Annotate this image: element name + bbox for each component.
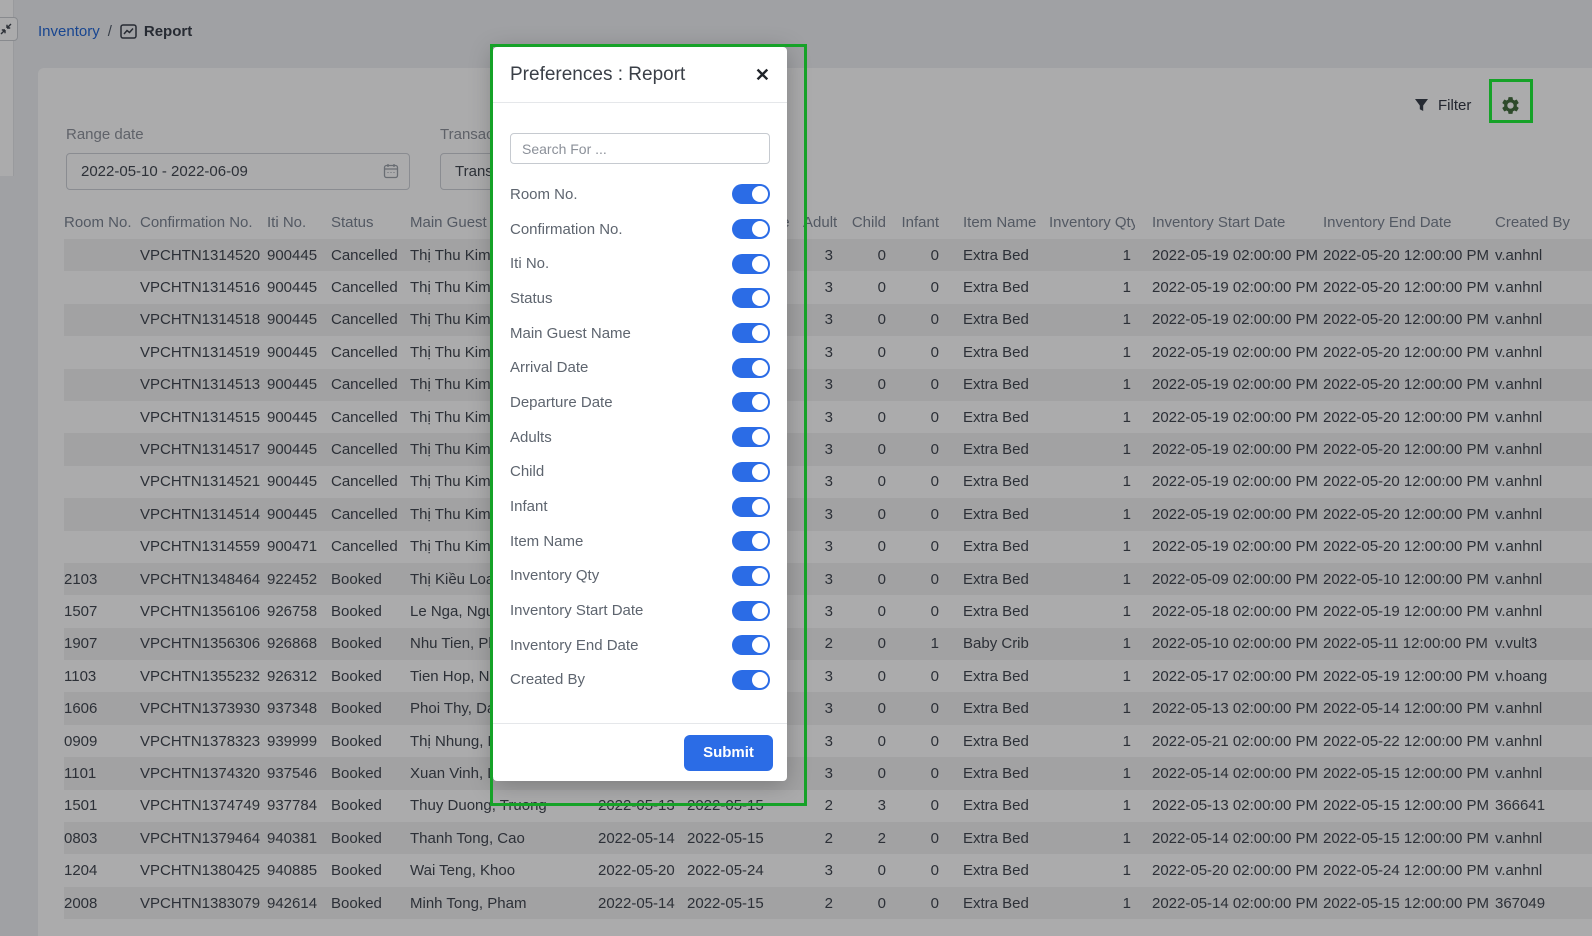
- toggle-label: Created By: [510, 671, 585, 688]
- toggle-row: Child: [510, 455, 770, 490]
- toggle-switch[interactable]: [732, 184, 770, 204]
- toggle-switch[interactable]: [732, 497, 770, 517]
- toggle-switch[interactable]: [732, 254, 770, 274]
- toggle-switch[interactable]: [732, 358, 770, 378]
- toggle-row: Main Guest Name: [510, 316, 770, 351]
- toggle-row: Arrival Date: [510, 350, 770, 385]
- toggle-switch[interactable]: [732, 601, 770, 621]
- modal-header: Preferences : Report ✕: [493, 47, 787, 103]
- toggle-label: Inventory Start Date: [510, 602, 643, 619]
- column-toggle-list: Room No. Confirmation No. Iti No. Status Mai…: [510, 177, 770, 697]
- toggle-row: Inventory Start Date: [510, 593, 770, 628]
- toggle-label: Inventory End Date: [510, 637, 638, 654]
- toggle-switch[interactable]: [732, 635, 770, 655]
- toggle-switch[interactable]: [732, 531, 770, 551]
- submit-button[interactable]: Submit: [684, 735, 773, 771]
- preferences-modal: Preferences : Report ✕ Room No. Confirmat…: [493, 47, 787, 781]
- toggle-label: Main Guest Name: [510, 325, 631, 342]
- toggle-switch[interactable]: [732, 392, 770, 412]
- toggle-row: Created By: [510, 663, 770, 698]
- toggle-row: Infant: [510, 489, 770, 524]
- toggle-label: Child: [510, 463, 544, 480]
- toggle-row: Inventory End Date: [510, 628, 770, 663]
- toggle-row: Departure Date: [510, 385, 770, 420]
- toggle-row: Room No.: [510, 177, 770, 212]
- toggle-row: Confirmation No.: [510, 212, 770, 247]
- modal-title: Preferences : Report: [510, 64, 685, 86]
- modal-body: Room No. Confirmation No. Iti No. Status Mai…: [493, 103, 787, 697]
- toggle-row: Inventory Qty: [510, 559, 770, 594]
- close-icon[interactable]: ✕: [755, 66, 770, 84]
- modal-backdrop[interactable]: [0, 0, 1592, 936]
- toggle-label: Infant: [510, 498, 548, 515]
- toggle-switch[interactable]: [732, 288, 770, 308]
- toggle-row: Iti No.: [510, 246, 770, 281]
- toggle-label: Confirmation No.: [510, 221, 623, 238]
- modal-footer: Submit: [493, 723, 787, 781]
- toggle-label: Departure Date: [510, 394, 613, 411]
- toggle-label: Status: [510, 290, 553, 307]
- toggle-label: Inventory Qty: [510, 567, 599, 584]
- toggle-label: Arrival Date: [510, 359, 588, 376]
- toggle-label: Iti No.: [510, 255, 549, 272]
- toggle-label: Room No.: [510, 186, 578, 203]
- toggle-label: Item Name: [510, 533, 583, 550]
- toggle-row: Item Name: [510, 524, 770, 559]
- toggle-switch[interactable]: [732, 219, 770, 239]
- toggle-switch[interactable]: [732, 427, 770, 447]
- toggle-label: Adults: [510, 429, 552, 446]
- toggle-switch[interactable]: [732, 323, 770, 343]
- page: Inventory / Report Filter: [0, 0, 1592, 936]
- toggle-row: Adults: [510, 420, 770, 455]
- preferences-search-input[interactable]: [510, 133, 770, 164]
- toggle-row: Status: [510, 281, 770, 316]
- toggle-switch[interactable]: [732, 462, 770, 482]
- toggle-switch[interactable]: [732, 670, 770, 690]
- toggle-switch[interactable]: [732, 566, 770, 586]
